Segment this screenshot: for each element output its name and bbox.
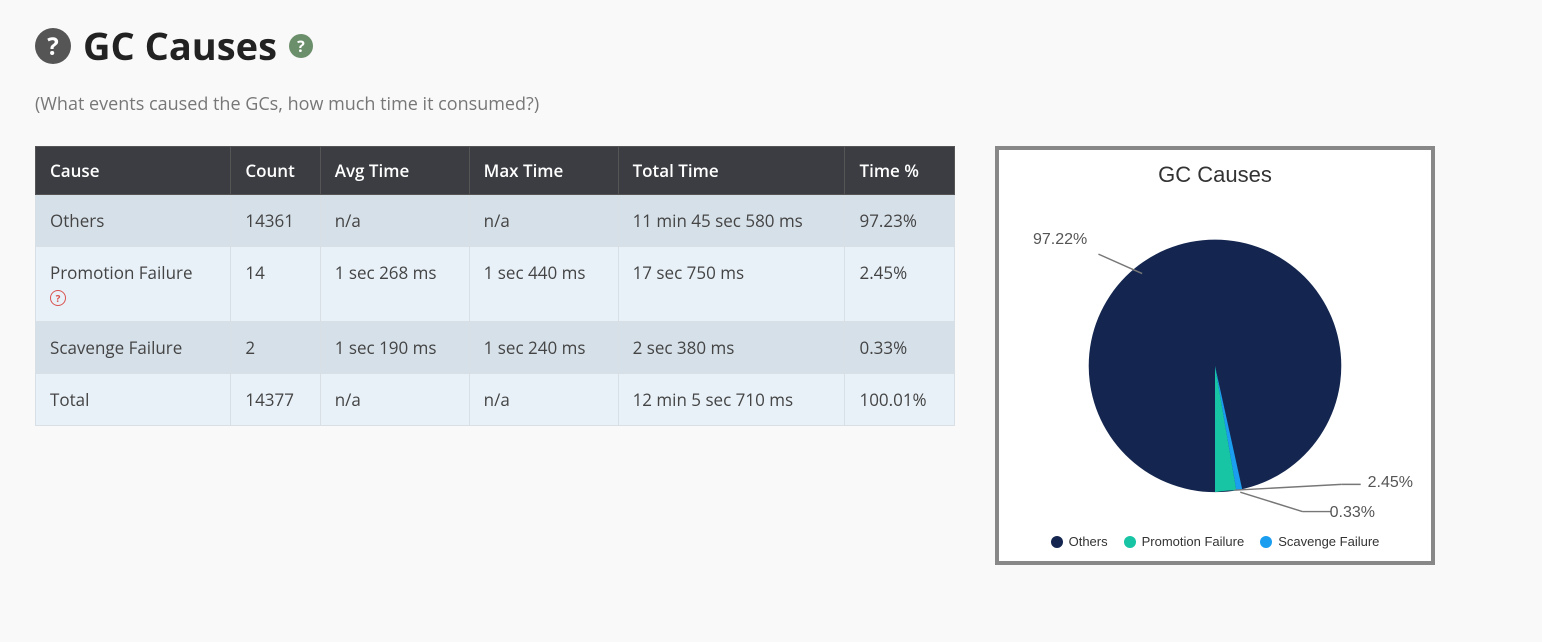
help-icon[interactable]: ? bbox=[35, 28, 71, 64]
chart-legend: Others Promotion Failure Scavenge Failur… bbox=[1011, 534, 1419, 549]
cell-count: 14377 bbox=[231, 374, 320, 426]
content-row: Cause Count Avg Time Max Time Total Time… bbox=[35, 146, 1507, 565]
legend-dot-icon bbox=[1051, 536, 1063, 548]
legend-label: Others bbox=[1069, 534, 1108, 549]
cause-label: Promotion Failure bbox=[50, 261, 193, 284]
cell-cause: Total bbox=[36, 374, 231, 426]
legend-dot-icon bbox=[1124, 536, 1136, 548]
cell-avg: 1 sec 268 ms bbox=[320, 247, 469, 322]
table-row: Total 14377 n/a n/a 12 min 5 sec 710 ms … bbox=[36, 374, 955, 426]
legend-dot-icon bbox=[1260, 536, 1272, 548]
legend-item-promotion[interactable]: Promotion Failure bbox=[1124, 534, 1245, 549]
page-title: GC Causes bbox=[83, 20, 277, 72]
page-title-row: ? GC Causes ? bbox=[35, 20, 1507, 72]
pie-label-promotion: 2.45% bbox=[1368, 474, 1413, 492]
cell-max: n/a bbox=[469, 374, 618, 426]
col-total: Total Time bbox=[618, 147, 845, 195]
col-pct: Time % bbox=[845, 147, 955, 195]
cell-cause: Promotion Failure ? bbox=[36, 247, 231, 322]
cell-pct: 0.33% bbox=[845, 322, 955, 374]
cell-total: 12 min 5 sec 710 ms bbox=[618, 374, 845, 426]
table-row: Promotion Failure ? 14 1 sec 268 ms 1 se… bbox=[36, 247, 955, 322]
cell-pct: 2.45% bbox=[845, 247, 955, 322]
cell-avg: 1 sec 190 ms bbox=[320, 322, 469, 374]
cell-pct: 97.23% bbox=[845, 195, 955, 247]
cell-total: 2 sec 380 ms bbox=[618, 322, 845, 374]
col-avg: Avg Time bbox=[320, 147, 469, 195]
gc-causes-table: Cause Count Avg Time Max Time Total Time… bbox=[35, 146, 955, 426]
leader-line bbox=[1240, 492, 1302, 511]
table-row: Scavenge Failure 2 1 sec 190 ms 1 sec 24… bbox=[36, 322, 955, 374]
help-icon-small[interactable]: ? bbox=[289, 34, 313, 58]
pie-chart: 97.22% 2.45% 0.33% bbox=[1011, 196, 1419, 526]
cell-max: 1 sec 440 ms bbox=[469, 247, 618, 322]
legend-label: Scavenge Failure bbox=[1278, 534, 1379, 549]
col-count: Count bbox=[231, 147, 320, 195]
col-max: Max Time bbox=[469, 147, 618, 195]
cell-count: 2 bbox=[231, 322, 320, 374]
legend-item-scavenge[interactable]: Scavenge Failure bbox=[1260, 534, 1379, 549]
pie-chart-container: GC Causes 97.22% bbox=[995, 146, 1435, 565]
cell-total: 11 min 45 sec 580 ms bbox=[618, 195, 845, 247]
error-icon[interactable]: ? bbox=[50, 290, 66, 306]
cell-cause: Scavenge Failure bbox=[36, 322, 231, 374]
cell-max: 1 sec 240 ms bbox=[469, 322, 618, 374]
cell-avg: n/a bbox=[320, 195, 469, 247]
chart-title: GC Causes bbox=[1011, 162, 1419, 188]
cell-total: 17 sec 750 ms bbox=[618, 247, 845, 322]
cell-count: 14 bbox=[231, 247, 320, 322]
leader-line bbox=[1098, 254, 1142, 273]
pie-label-scavenge: 0.33% bbox=[1330, 504, 1375, 522]
cell-pct: 100.01% bbox=[845, 374, 955, 426]
legend-label: Promotion Failure bbox=[1142, 534, 1245, 549]
table-header-row: Cause Count Avg Time Max Time Total Time… bbox=[36, 147, 955, 195]
legend-item-others[interactable]: Others bbox=[1051, 534, 1108, 549]
col-cause: Cause bbox=[36, 147, 231, 195]
cell-max: n/a bbox=[469, 195, 618, 247]
table-row: Others 14361 n/a n/a 11 min 45 sec 580 m… bbox=[36, 195, 955, 247]
cell-cause: Others bbox=[36, 195, 231, 247]
cell-count: 14361 bbox=[231, 195, 320, 247]
cell-avg: n/a bbox=[320, 374, 469, 426]
page-subtitle: (What events caused the GCs, how much ti… bbox=[35, 92, 1507, 116]
pie-label-others: 97.22% bbox=[1033, 231, 1087, 249]
